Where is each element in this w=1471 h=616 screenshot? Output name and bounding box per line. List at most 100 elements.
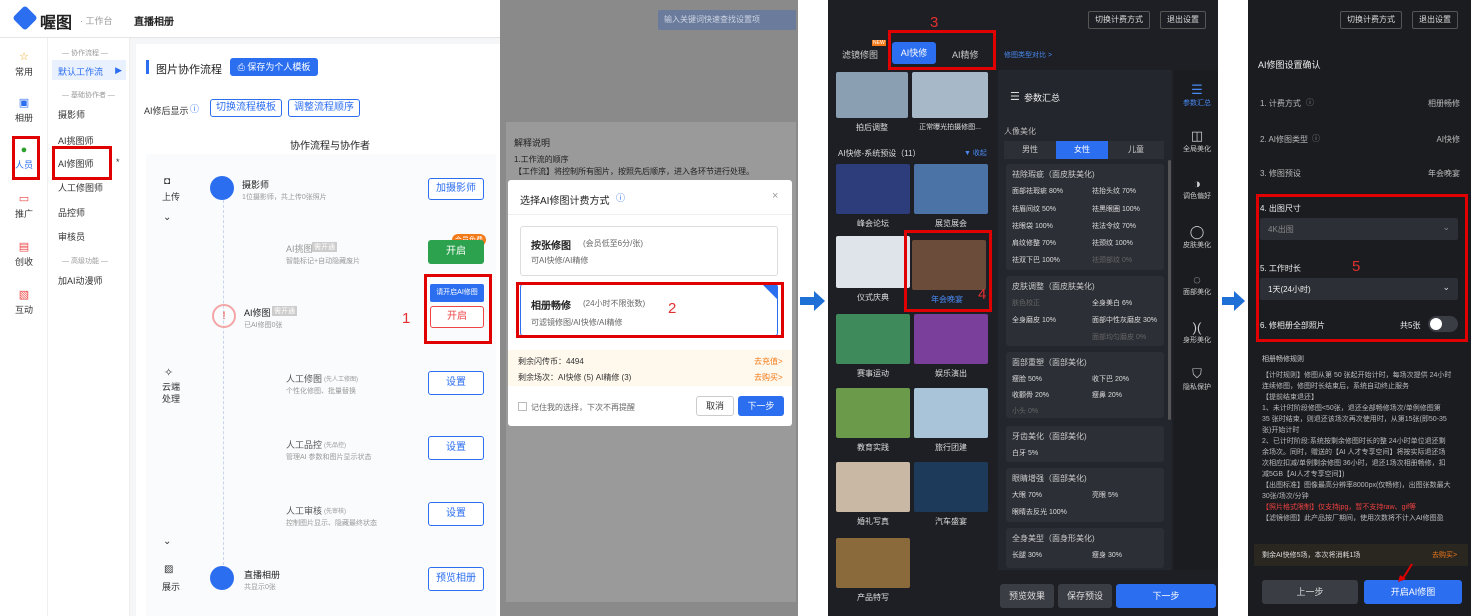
tool-color[interactable]: ◑ 调色偏好 (1175, 176, 1219, 201)
node-sub: 管理AI 参数和图片显示状态 (286, 454, 372, 461)
stage-process: 处理 (162, 394, 181, 404)
cancel-button[interactable]: 取消 (696, 396, 734, 416)
preset-thumbnail[interactable] (836, 72, 908, 118)
recharge-link[interactable]: 去充值> (754, 356, 783, 367)
preset-thumbnail[interactable] (836, 388, 910, 438)
preset-thumbnail[interactable] (836, 538, 910, 588)
tool-face[interactable]: ◌ 面部美化 (1175, 272, 1219, 297)
param-card: 祛除瑕疵（面皮肤美化) 面部祛瑕疵 80% 祛抬头纹 70% 祛眉间纹 50% 祛黑… (1006, 164, 1164, 270)
nav-album[interactable]: ▣ 相册 (0, 96, 48, 124)
p4-exit-settings-button[interactable]: 退出设置 (1412, 11, 1458, 29)
enable-ai-tooltip: 请开启AI修图 (430, 284, 484, 302)
option-per-image[interactable]: 按张修图 (会员低至6分/张) 可AI快修/AI精修 (520, 226, 778, 276)
tab-ai-quick[interactable]: AI快修 (892, 42, 936, 64)
ai-retouch-enable-button[interactable]: 开启 (430, 306, 484, 328)
switch-template-button[interactable]: 切换流程模板 (210, 99, 282, 117)
preset-thumbnail[interactable] (914, 462, 988, 512)
nav-interact[interactable]: ▧ 互动 (0, 288, 48, 316)
prev-button[interactable]: 上一步 (1262, 580, 1358, 604)
tab-filter[interactable]: 滤镜修图 (842, 48, 878, 61)
preset-thumbnail[interactable] (836, 462, 910, 512)
default-flow-item[interactable]: 默认工作流 ▶ (52, 60, 126, 80)
preview-button[interactable]: 预览效果 (1000, 584, 1054, 608)
tool-global[interactable]: ◫ 全局美化 (1175, 128, 1219, 154)
exit-settings-button[interactable]: 退出设置 (1160, 11, 1206, 29)
param-card: 面部重塑（面部美化) 瘦脸 50% 收下巴 20% 收颧骨 20% 瘦鼻 20% 小… (1006, 352, 1164, 418)
buy-link[interactable]: 去购买> (1432, 550, 1457, 560)
size-select[interactable]: 4K出图 ⌄ (1260, 218, 1458, 240)
collapse-toggle[interactable]: ▼ 收起 (964, 148, 987, 158)
logo-text: 喔图 (40, 15, 73, 32)
step-4-number: 4 (978, 286, 987, 303)
nav-revenue[interactable]: ▤ 创收 (0, 240, 48, 268)
review-settings-button[interactable]: 设置 (428, 502, 484, 526)
section-title: 图片协作流程 (156, 64, 222, 76)
switch-billing-button[interactable]: 切换计费方式 (1088, 11, 1150, 29)
next-step-button[interactable]: 下一步 (1116, 584, 1216, 608)
help-icon[interactable]: ⓘ (190, 102, 199, 115)
preset-thumbnail[interactable] (912, 72, 988, 118)
search-input[interactable]: 输入关键词快速查找设置项 (658, 10, 796, 30)
preset-caption: 教育实践 (857, 443, 889, 452)
step-1-number: 1 (402, 310, 411, 327)
gender-tab-female[interactable]: 女性 (1056, 141, 1108, 159)
chevron-down-icon[interactable]: ⌄ (163, 212, 171, 223)
params-scrollbar[interactable] (1168, 160, 1171, 420)
preset-thumbnail[interactable] (914, 314, 988, 364)
compare-link[interactable]: 修图类型对比 > (1004, 50, 1052, 60)
gender-tab-male[interactable]: 男性 (1004, 141, 1056, 159)
chevron-down-icon[interactable]: ⌄ (163, 536, 171, 547)
preset-thumbnail[interactable] (836, 314, 910, 364)
tool-skin[interactable]: ◯ 皮肤美化 (1175, 224, 1219, 250)
billing-dialog-panel: 输入关键词快速查找设置项 解释说明 1.工作流的顺序 【工作流】将控制所有图片，… (500, 0, 798, 616)
sub-nav-qc[interactable]: 品控师 (58, 206, 85, 219)
sub-nav-human-retoucher[interactable]: 人工修图师 (58, 181, 103, 194)
logo-icon (12, 5, 38, 31)
sub-nav-ai-anime[interactable]: 加AI动漫师 (58, 274, 103, 287)
qc-settings-button[interactable]: 设置 (428, 436, 484, 460)
preset-header: AI快修-系统预设（11） (838, 149, 921, 158)
tab-ai-fine[interactable]: AI精修 (952, 48, 979, 61)
help-icon[interactable]: ⓘ (616, 191, 625, 204)
nav-people[interactable]: ● 人员 (0, 144, 48, 171)
ai-pick-enable-button[interactable]: 开启 (428, 240, 484, 264)
close-icon[interactable]: × (772, 190, 778, 202)
help-icon[interactable]: ⓘ (1312, 133, 1320, 144)
gender-tab-child[interactable]: 儿童 (1108, 141, 1164, 159)
tool-param-summary[interactable]: ☰ 参数汇总 (1175, 82, 1219, 108)
node-sub: 智能标记+自动隐藏废片 (286, 258, 361, 265)
sub-nav-photographer[interactable]: 摄影师 (58, 108, 85, 121)
preview-album-button[interactable]: 预览相册 (428, 567, 484, 591)
save-preset-button[interactable]: 保存预设 (1058, 584, 1112, 608)
sub-nav-reviewer[interactable]: 审核员 (58, 230, 85, 243)
add-photographer-button[interactable]: 加摄影师 (428, 178, 484, 200)
preset-thumbnail[interactable] (912, 240, 986, 290)
all-photos-toggle[interactable] (1428, 316, 1458, 332)
save-template-button[interactable]: ⎙ 保存为个人模板 (230, 58, 318, 76)
sub-nav-ai-retoucher[interactable]: AI修图师 (58, 157, 94, 170)
left-nav: ☆ 常用 ▣ 相册 ● 人员 ▭ 推广 ▤ 创收 ▧ 互动 (0, 38, 48, 616)
nav-promote[interactable]: ▭ 推广 (0, 192, 48, 220)
arrow-icon (1222, 297, 1234, 305)
tool-body[interactable]: )(身形美化 (1175, 320, 1219, 345)
preset-caption: 展览展会 (935, 219, 967, 228)
preset-thumbnail[interactable] (914, 164, 988, 214)
adjust-order-button[interactable]: 调整流程顺序 (288, 99, 360, 117)
preset-caption: 婚礼写真 (857, 517, 889, 526)
option-album-unlimited[interactable]: 相册畅修 (24小时不限张数) 可滤镜修图/AI快修/AI精修 (520, 284, 778, 336)
buy-link[interactable]: 去购买> (754, 372, 783, 383)
help-icon[interactable]: ⓘ (1306, 97, 1314, 108)
preset-thumbnail[interactable] (836, 236, 910, 288)
tool-privacy[interactable]: ⛉ 隐私保护 (1175, 366, 1219, 392)
stage-upload: 上传 (162, 192, 181, 202)
row-label: 3. 修图预设 (1260, 169, 1301, 178)
next-button[interactable]: 下一步 (738, 396, 784, 416)
p4-switch-billing-button[interactable]: 切换计费方式 (1340, 11, 1402, 29)
remember-checkbox[interactable] (518, 402, 527, 411)
preset-thumbnail[interactable] (914, 388, 988, 438)
preset-thumbnail[interactable] (836, 164, 910, 214)
nav-common[interactable]: ☆ 常用 (0, 50, 48, 78)
time-select[interactable]: 1天(24小时) ⌄ (1260, 278, 1458, 300)
human-retouch-settings-button[interactable]: 设置 (428, 371, 484, 395)
sub-nav-ai-picker[interactable]: AI挑图师 (58, 134, 94, 147)
